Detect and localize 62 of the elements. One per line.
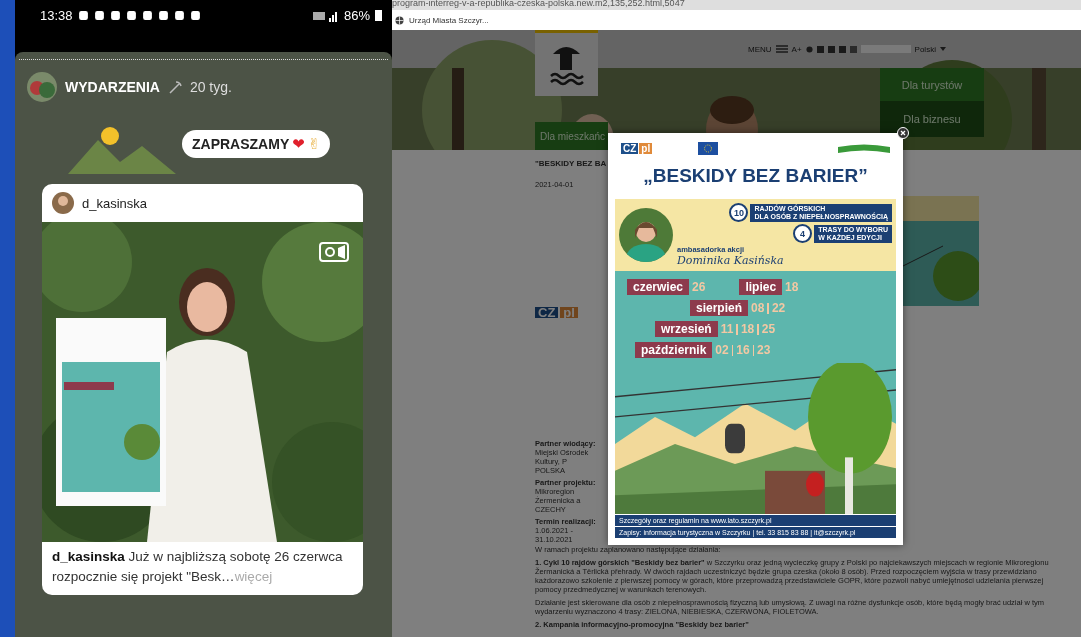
event-date: 22 <box>771 301 786 315</box>
nav-button[interactable]: Dla biznesu <box>880 101 984 137</box>
month-label: lipiec <box>739 279 783 295</box>
notification-icon <box>173 10 185 21</box>
nav-tab[interactable]: Dla mieszkańc <box>535 122 608 150</box>
contrast-icon[interactable] <box>805 45 813 53</box>
event-date: 18 <box>740 322 755 336</box>
account-name[interactable]: WYDARZENIA <box>65 79 160 95</box>
month-label: sierpień <box>690 300 749 316</box>
article-title: "BESKIDY BEZ BA <box>535 159 605 168</box>
battery-icon <box>375 9 382 21</box>
logo-text: CZ <box>621 143 639 154</box>
event-date: 02 <box>715 343 729 357</box>
signal-icon <box>312 10 339 22</box>
menu-label[interactable]: MENU <box>748 44 772 54</box>
event-date: 11 <box>720 322 734 336</box>
logo-text: pl <box>639 143 653 154</box>
pickaxe-icon <box>167 80 182 94</box>
ambassador-name: Dominika Kasińska <box>677 254 785 267</box>
banner-logo-icon <box>838 143 890 154</box>
caret-icon[interactable] <box>939 47 946 51</box>
globe-icon <box>395 15 404 25</box>
month-label: czerwiec <box>627 279 690 295</box>
notification-icon <box>157 10 169 21</box>
event-date: 23 <box>757 343 771 357</box>
facebook-icon[interactable] <box>838 45 846 53</box>
shared-post-card[interactable]: d_kasinska d_kasinska Już w najbliższą sobotę 26 czerwca rozpocznie się projekt "Besk…więcej <box>42 184 363 595</box>
social-icon[interactable] <box>849 45 857 53</box>
notification-icon <box>141 10 153 21</box>
close-icon[interactable] <box>897 127 909 139</box>
tab-title[interactable]: Urząd Miasta Szczyr... <box>409 15 489 25</box>
post-caption: d_kasinska Już w najbliższą sobotę 26 czerwca rozpocznie się projekt "Besk…więcej <box>51 548 344 586</box>
month-label: wrzesień <box>655 321 718 337</box>
font-size-toggle[interactable]: A+ <box>791 44 802 54</box>
notification-icon <box>93 10 105 21</box>
event-date: 16 <box>736 343 750 357</box>
eu-flag-icon <box>698 142 719 155</box>
logo-text: CZ <box>535 307 559 318</box>
nav-button[interactable]: Dla turystów <box>880 68 984 101</box>
notification-icon <box>109 10 121 21</box>
battery-level: 86% <box>343 8 370 23</box>
sticker-label: ZAPRASZAMY ❤ ✌ <box>182 130 331 158</box>
notification-icon <box>125 10 137 21</box>
notification-icon <box>77 10 89 21</box>
month-label: październik <box>635 342 713 358</box>
notification-icon <box>189 10 201 21</box>
more-link[interactable]: więcej <box>234 569 273 584</box>
event-date: 25 <box>761 322 776 336</box>
logo-icon[interactable] <box>535 30 598 96</box>
event-date: 26 <box>692 280 706 294</box>
status-time: 13:38 <box>40 8 73 23</box>
post-age: 20 tyg. <box>189 79 232 95</box>
language-select[interactable]: Polski <box>914 44 936 54</box>
address-bar[interactable]: program-interreg-v-a-republika-czeska-polska.new.m2,135,252.html,5047 <box>392 0 1081 10</box>
post-username[interactable]: d_kasinska <box>82 195 148 211</box>
event-date: 18 <box>785 280 799 294</box>
poster-title: „BESKIDY BEZ BARIER” <box>642 165 869 187</box>
count-badge: 10 <box>729 203 749 222</box>
menu-icon[interactable] <box>775 45 788 53</box>
event-date: 08 <box>751 301 765 315</box>
count-badge: 4 <box>793 224 813 243</box>
video-camera-icon <box>319 242 349 262</box>
